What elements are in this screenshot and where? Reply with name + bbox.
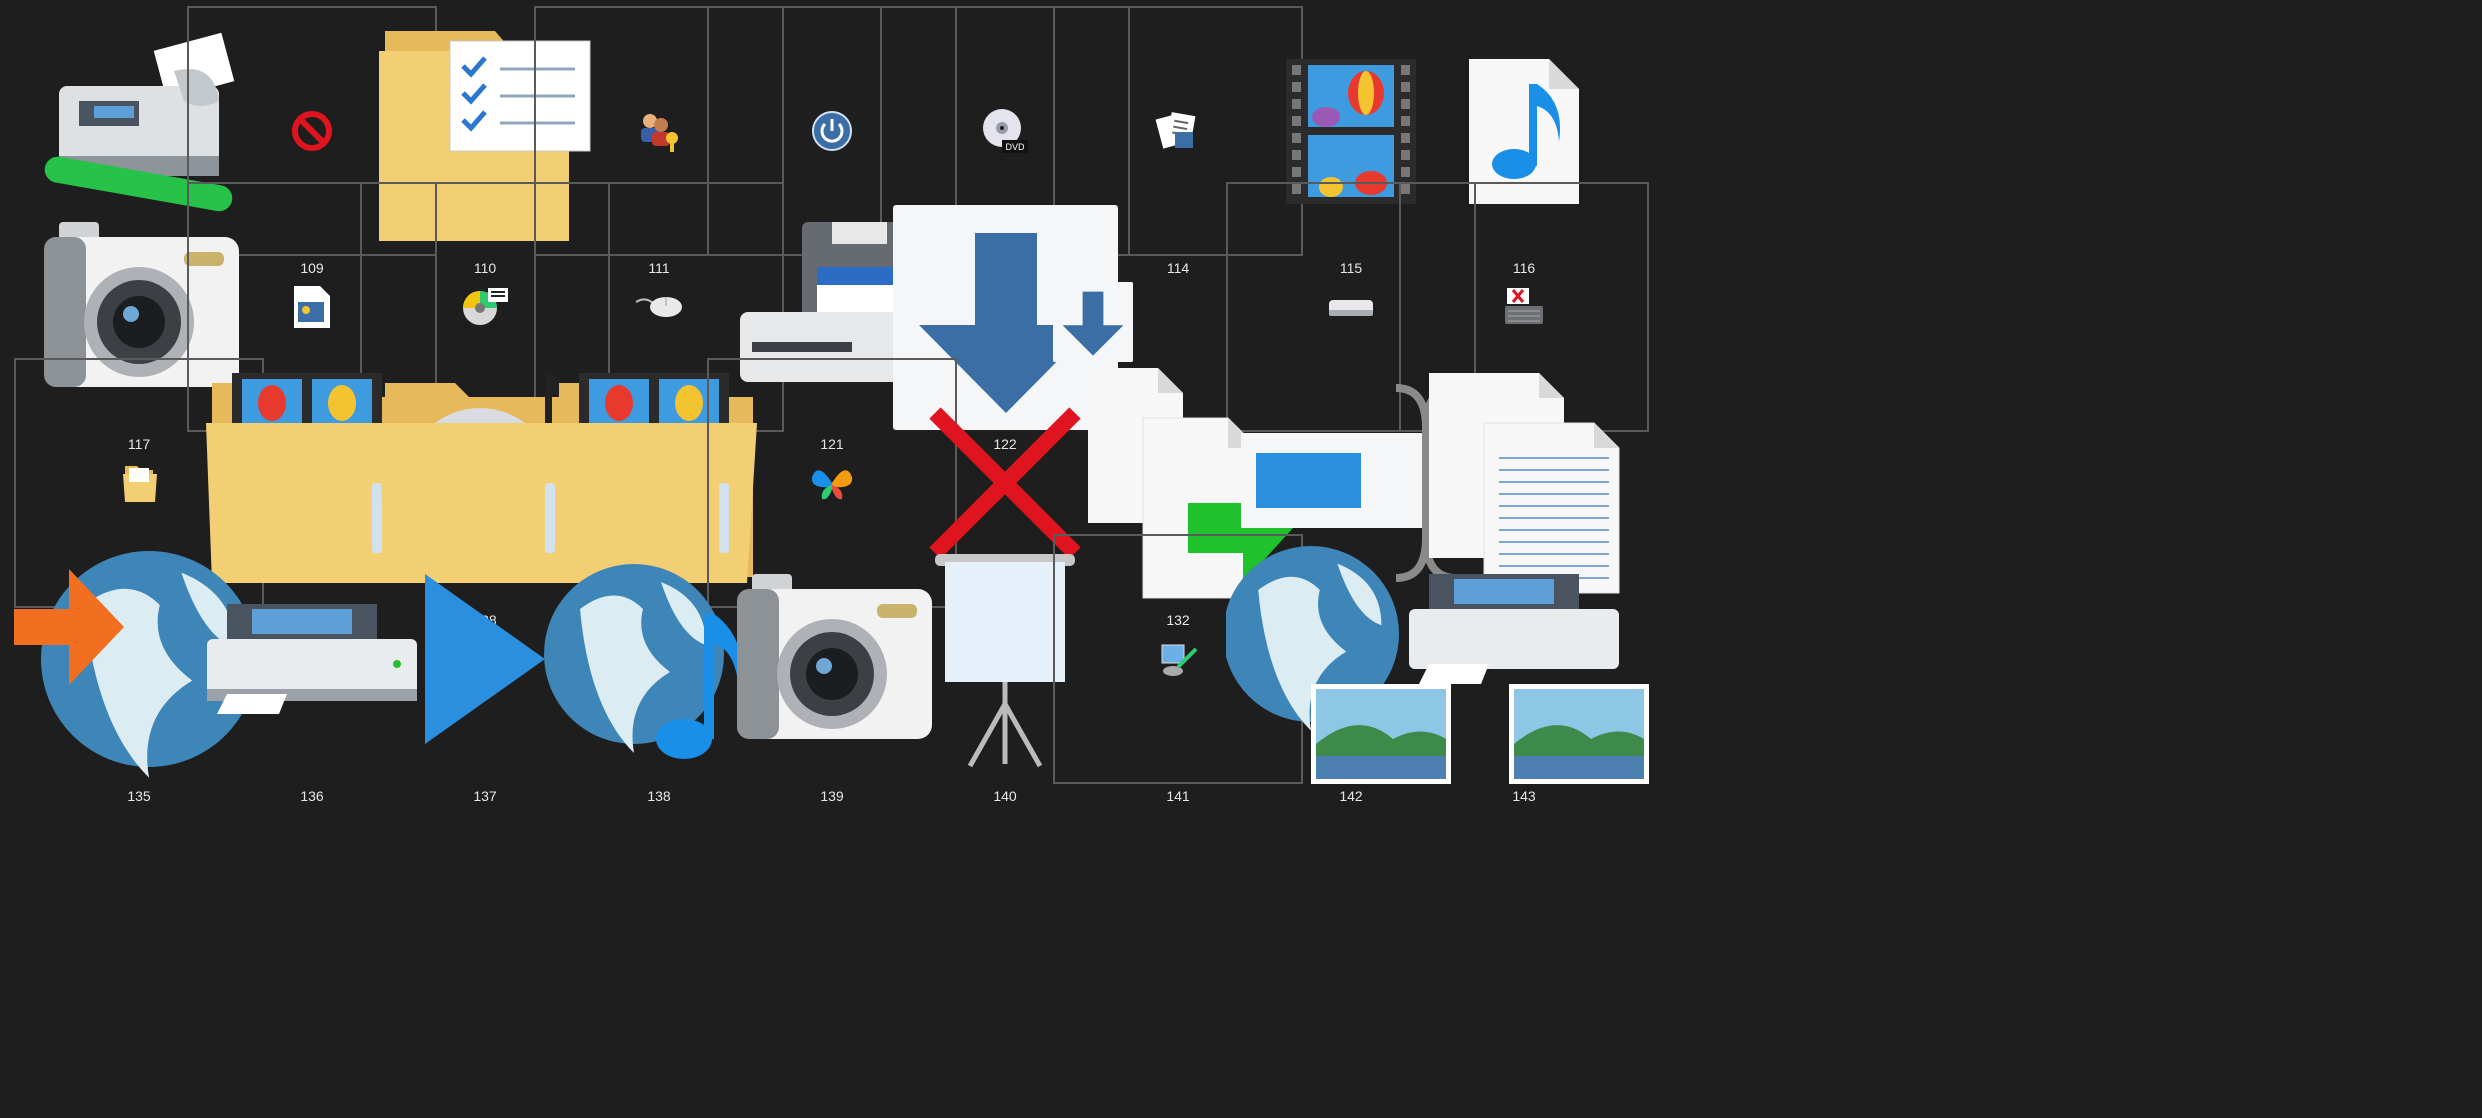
icon-number-label: 143	[1512, 788, 1536, 804]
icon-cell-143[interactable]: 143	[1387, 524, 1661, 804]
icon-grid: 108109110111112DVD1131141151161171181191…	[0, 0, 2482, 1118]
printer-picture-icon	[1399, 534, 1649, 784]
svg-text:DVD: DVD	[1005, 142, 1025, 152]
